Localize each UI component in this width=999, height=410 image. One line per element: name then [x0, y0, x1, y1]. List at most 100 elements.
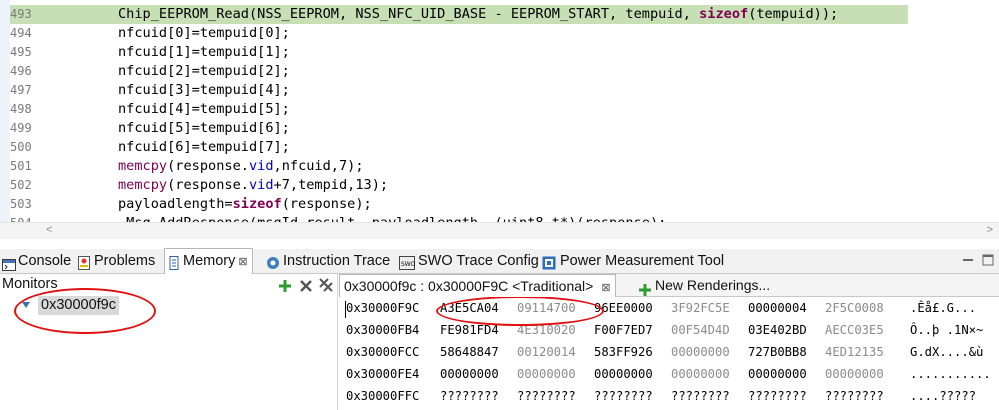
memory-word[interactable]: AECC03E5: [825, 321, 884, 339]
code-token: nfcuid[4]=tempuid[5];: [118, 101, 290, 117]
code-text: nfcuid[1]=tempuid[1];: [118, 43, 290, 62]
memory-word[interactable]: 00F54D4D: [671, 321, 730, 339]
code-line: 498 nfcuid[4]=tempuid[5];: [0, 100, 999, 119]
memory-word[interactable]: ????????: [440, 387, 499, 405]
memory-word[interactable]: 00000004: [748, 299, 807, 317]
memory-word[interactable]: 00000000: [748, 365, 807, 383]
code-text: nfcuid[6]=tempuid[7];: [118, 138, 290, 157]
code-token: nfcuid[5]=tempuid[6];: [118, 120, 290, 136]
code-token: vid: [248, 158, 274, 174]
memory-word[interactable]: 00000000: [594, 365, 653, 383]
problems-icon: [78, 254, 90, 271]
memory-row[interactable]: 0x30000FE4 00000000 00000000 00000000 000000…: [339, 363, 999, 385]
code-text: nfcuid[5]=tempuid[6];: [118, 119, 290, 138]
tab-problems-label: Problems: [94, 253, 156, 269]
memory-address: 0x30000F9C: [346, 301, 420, 315]
line-number: 504: [10, 214, 40, 222]
memory-word[interactable]: 3F92FC5E: [671, 299, 730, 317]
code-token: sizeof: [699, 6, 749, 22]
code-line: 495 nfcuid[1]=tempuid[1];: [0, 43, 999, 62]
tab-new-renderings[interactable]: New Renderings...: [639, 274, 771, 297]
memory-word[interactable]: 583FF926: [594, 343, 653, 361]
code-text: memcpy(response.vid,nfcuid,7);: [118, 157, 364, 176]
memory-word[interactable]: 03E402BD: [748, 321, 807, 339]
memory-word[interactable]: ????????: [671, 387, 730, 405]
code-line: 500 nfcuid[6]=tempuid[7];: [0, 138, 999, 157]
memory-word[interactable]: 00000000: [825, 365, 884, 383]
memory-word[interactable]: ????????: [594, 387, 653, 405]
memory-word[interactable]: 4ED12135: [825, 343, 884, 361]
memory-word[interactable]: 00120014: [517, 343, 576, 361]
code-token: nfcuid[3]=tempuid[4];: [118, 82, 290, 98]
tab-power-measurement-tool[interactable]: Power Measurement Tool: [542, 249, 724, 273]
memory-word[interactable]: F00F7ED7: [594, 321, 653, 339]
editor-horizontal-scrollbar[interactable]: < >: [0, 222, 999, 239]
code-token: nfcuid[2]=tempuid[2];: [118, 63, 290, 79]
code-line: 499 nfcuid[5]=tempuid[6];: [0, 119, 999, 138]
memory-word[interactable]: 00000000: [440, 365, 499, 383]
code-token: Chip_EEPROM_Read(NSS_EEPROM, NSS_NFC_UID…: [118, 6, 700, 22]
memory-row[interactable]: 0x30000FCC 58648847 00120014 583FF926 000000…: [339, 341, 999, 363]
memory-word[interactable]: 00000000: [671, 343, 730, 361]
close-icon[interactable]: ⊠: [238, 256, 247, 268]
code-token: payloadlength=: [118, 196, 233, 212]
memory-ascii: ...........: [910, 367, 991, 381]
memory-word[interactable]: 00000000: [517, 365, 576, 383]
code-token: Msg_AddResponse(msgId,result, payloadlen…: [118, 215, 666, 222]
annotation-ellipse-monitor: [14, 288, 156, 334]
code-line: 497 nfcuid[3]=tempuid[4];: [0, 81, 999, 100]
memory-row[interactable]: 0x30000FFC??????????????????????????????…: [339, 385, 999, 407]
code-text: nfcuid[3]=tempuid[4];: [118, 81, 290, 100]
memory-word[interactable]: ????????: [825, 387, 884, 405]
swo-trace-icon: SWO: [399, 254, 416, 271]
memory-word[interactable]: 58648847: [440, 343, 499, 361]
memory-row[interactable]: 0x30000FB4 FE981FD4 4E310020 F00F7ED7 00F54D…: [339, 319, 999, 341]
memory-ascii: Ô..þ .1N×~: [910, 323, 984, 337]
tab-console[interactable]: Console: [2, 249, 71, 273]
tab-memory[interactable]: Memory ⊠: [164, 248, 253, 274]
text-cursor: [345, 301, 346, 318]
line-number: 497: [10, 83, 32, 97]
add-monitor-icon[interactable]: [279, 279, 291, 292]
memory-ascii: .Êå£.G...: [910, 301, 977, 315]
tab-new-renderings-label: New Renderings...: [655, 277, 771, 293]
scroll-left-arrow-icon[interactable]: <: [46, 224, 52, 236]
code-token: vid: [248, 177, 274, 193]
code-editor[interactable]: — — — — — — 493 Chip_EEPROM_Read(NSS_EEPRO…: [0, 0, 999, 222]
line-number: 493: [10, 7, 32, 21]
tab-problems[interactable]: Problems: [78, 249, 155, 273]
maximize-view-icon[interactable]: [982, 253, 994, 266]
monitors-title: Monitors: [2, 276, 58, 292]
memory-word[interactable]: ????????: [517, 387, 576, 405]
line-number: 495: [10, 45, 32, 59]
tab-traditional-rendering[interactable]: 0x30000f9c : 0x30000F9C <Traditional> ⊠: [339, 274, 616, 297]
tab-instruction-trace[interactable]: Instruction Trace: [266, 249, 390, 273]
memory-word[interactable]: 727B0BB8: [748, 343, 807, 361]
memory-address: 0x30000FCC: [346, 345, 420, 359]
remove-all-monitors-icon[interactable]: [319, 278, 333, 292]
code-text: payloadlength=sizeof(response);: [118, 195, 372, 214]
code-line: 501 memcpy(response.vid,nfcuid,7);: [0, 157, 999, 176]
code-token: ,nfcuid,7);: [273, 158, 364, 174]
code-line: 503 payloadlength=sizeof(response);: [0, 195, 999, 214]
memory-word[interactable]: 00000000: [671, 365, 730, 383]
line-number: 494: [10, 26, 32, 40]
close-icon[interactable]: ⊠: [601, 282, 610, 294]
scroll-right-arrow-icon[interactable]: >: [987, 224, 993, 236]
code-token: nfcuid[0]=tempuid[0];: [118, 25, 290, 41]
memory-grid[interactable]: 0x30000F9C A3E5CA04 09114700 96EE0000 3F92FC…: [339, 297, 999, 410]
add-icon: [639, 280, 651, 297]
memory-word[interactable]: 2F5C0008: [825, 299, 884, 317]
memory-address: 0x30000FFC: [346, 389, 420, 403]
minimize-view-icon[interactable]: [962, 253, 974, 265]
memory-word[interactable]: ????????: [748, 387, 807, 405]
line-number: 500: [10, 140, 32, 154]
rendering-tab-bar: 0x30000f9c : 0x30000F9C <Traditional> ⊠ N…: [339, 274, 999, 297]
line-number: 498: [10, 102, 32, 116]
remove-monitor-icon[interactable]: [300, 279, 312, 292]
code-token: nfcuid[6]=tempuid[7];: [118, 139, 290, 155]
view-tab-bar: Console Problems Memory ⊠ Instruction Tra…: [0, 248, 999, 274]
tab-swo-trace-config[interactable]: SWO SWO Trace Config: [399, 249, 539, 273]
monitors-pane: Monitors 0x30000f9c: [0, 274, 338, 410]
memory-address: 0x30000FB4: [346, 323, 420, 337]
